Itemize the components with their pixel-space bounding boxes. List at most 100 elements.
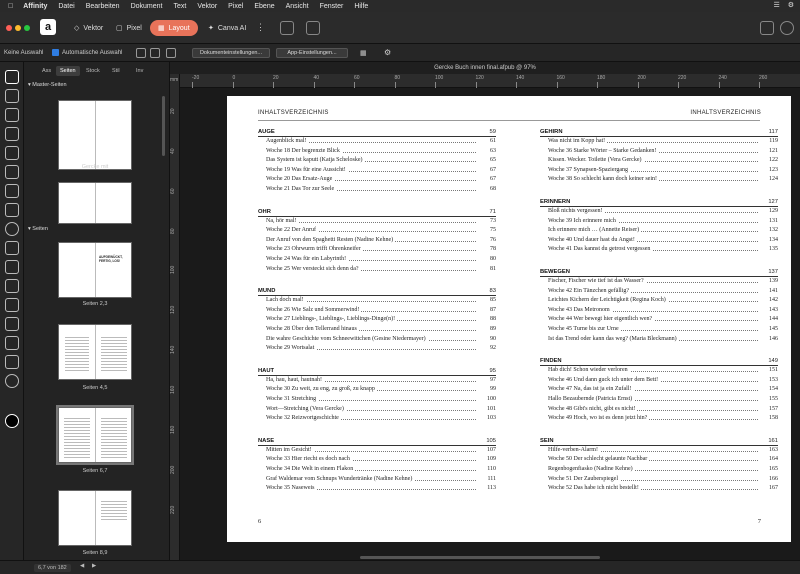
table-tool-icon[interactable]: [5, 146, 19, 160]
toc-entry[interactable]: Augenblick mal!: [266, 138, 309, 144]
toc-entry[interactable]: Woche 36 Starke Wörter – Starke Gedanken…: [548, 147, 659, 154]
canvas-horizontal-scrollbar[interactable]: [360, 556, 600, 559]
eyedropper-tool-icon[interactable]: [5, 279, 19, 293]
toc-entry[interactable]: Woche 33 Hier riecht es doch nach: [266, 456, 352, 463]
artistic-text-tool-icon[interactable]: [5, 127, 19, 141]
toc-entry[interactable]: Woche 37 Synapsen-Spaziergang: [548, 166, 631, 173]
spread-thumbnail-8-9[interactable]: [58, 490, 132, 546]
zoom-tool-icon[interactable]: [5, 374, 19, 388]
transform-icon[interactable]: [166, 48, 176, 58]
share-icon[interactable]: [760, 21, 774, 35]
tab-stock[interactable]: Stock: [82, 66, 104, 76]
window-zoom-icon[interactable]: [24, 25, 30, 31]
menu-item[interactable]: Pixel: [228, 3, 243, 10]
menu-item[interactable]: Bearbeiten: [86, 3, 120, 10]
toc-entry[interactable]: Hab dich! Schon wieder verloren: [548, 367, 630, 374]
horizontal-ruler[interactable]: -20 0 20 40 60 80 100 120 140 160 180 200 220 240 260: [180, 74, 800, 88]
master-page-thumbnail-2[interactable]: [58, 182, 132, 224]
toc-entry[interactable]: Woche 32 Reizwortgeschichte: [266, 415, 341, 422]
toc-entry[interactable]: Das System ist kaputt (Katja Scheloske): [266, 157, 365, 164]
menu-item[interactable]: Fenster: [320, 3, 344, 10]
toc-entry[interactable]: Woche 51 Der Zauberspiegel: [548, 475, 620, 482]
toc-entry[interactable]: Woche 43 Das Metronom: [548, 306, 612, 313]
tab-pages[interactable]: Seiten: [56, 66, 80, 76]
toc-entry[interactable]: Woche 38 So schlecht kann doch keiner se…: [548, 176, 659, 183]
toc-entry[interactable]: Woche 22 Der Anruf: [266, 227, 319, 234]
toc-entry[interactable]: Der Anruf von den Spaghetti Resten (Nadi…: [266, 236, 396, 243]
toc-entry[interactable]: Woche 47 Na, das ist ja ein Zufall!: [548, 386, 634, 393]
toc-entry[interactable]: Woche 18 Der begrenzte Blick: [266, 147, 342, 154]
toc-entry[interactable]: Woche 42 Ein Tänzchen gefällig?: [548, 287, 632, 294]
window-close-icon[interactable]: [6, 25, 12, 31]
grid-icon[interactable]: ▦: [360, 49, 367, 57]
ellipse-frame-tool-icon[interactable]: [5, 222, 19, 236]
toc-entry[interactable]: Woche 30 Zu weit, zu eng, zu groß, zu kn…: [266, 386, 377, 393]
rectangle-frame-tool-icon[interactable]: [5, 203, 19, 217]
toc-entry[interactable]: Woche 48 Gibt's nicht, gibt es nicht!: [548, 405, 638, 412]
persona-vector-button[interactable]: ◇ Vektor: [66, 20, 111, 36]
toc-entry[interactable]: Woche 35 Naseweis: [266, 485, 317, 492]
toc-entry[interactable]: Woche 34 Die Welt in einem Flakon: [266, 466, 356, 472]
transparency-tool-icon[interactable]: [5, 336, 19, 350]
select-arrow-icon[interactable]: [136, 48, 146, 58]
color-swatch-icon[interactable]: [5, 414, 19, 428]
toc-entry[interactable]: Bloß nichts vergessen!: [548, 208, 605, 214]
toc-entry[interactable]: Woche 27 Lieblings-, Lieblings-, Lieblin…: [266, 316, 398, 323]
toc-entry[interactable]: Lach doch mal!: [266, 297, 306, 304]
window-minimize-icon[interactable]: [15, 25, 21, 31]
page-indicator[interactable]: 6,7 von 182: [34, 564, 71, 572]
frame-text-tool-icon[interactable]: [5, 108, 19, 122]
text-tool-icon[interactable]: [280, 21, 294, 35]
toc-entry[interactable]: Wort—Stretching (Vera Gercke): [266, 405, 346, 412]
spread-thumbnail-6-7-selected[interactable]: [56, 405, 134, 465]
toc-entry[interactable]: Woche 23 Ohrwurm trifft Ohrenkneifer: [266, 246, 363, 253]
spread-thumbnail-4-5[interactable]: [58, 324, 132, 380]
place-image-tool-icon[interactable]: [5, 260, 19, 274]
toc-entry[interactable]: Woche 41 Das kannst du getrost vergessen: [548, 246, 653, 253]
left-page[interactable]: INHALTSVERZEICHNIS AUGE 59 Augenblick mal! 6…: [227, 96, 509, 542]
toc-entry[interactable]: Woche 24 Was für ein Labyrinth!: [266, 256, 349, 262]
app-settings-button[interactable]: App-Einstellungen...: [276, 48, 348, 58]
node-tool-icon[interactable]: [5, 89, 19, 103]
affinity-logo-icon[interactable]: a: [40, 19, 56, 35]
toc-entry[interactable]: Woche 21 Das Tor zur Seele: [266, 186, 337, 192]
tab-styles[interactable]: Stil: [108, 66, 124, 76]
tab-inventory[interactable]: Inv: [132, 66, 147, 76]
more-icon[interactable]: ⋮: [256, 22, 265, 33]
toc-entry[interactable]: Hallo Bezaubernde (Patricia Ernst): [548, 396, 635, 402]
toc-entry[interactable]: Woche 44 Wer bewegt hier eigentlich wen?: [548, 316, 655, 323]
toc-entry[interactable]: Ich erinnere mich … (Annette Reiser): [548, 227, 642, 234]
persona-pixel-button[interactable]: ▢ Pixel: [108, 20, 150, 36]
toc-entry[interactable]: Woche 45 Turne bis zur Urne: [548, 326, 621, 332]
right-page[interactable]: INHALTSVERZEICHNIS GEHIRN 117 Was nicht im …: [509, 96, 791, 542]
menu-item[interactable]: Ansicht: [286, 3, 309, 10]
toc-entry[interactable]: Graf Waldemar vom Schnups Wundertränke (…: [266, 475, 415, 482]
toc-entry[interactable]: Woche 52 Das habe ich nicht bestellt!: [548, 485, 641, 492]
auto-select-checkbox[interactable]: [52, 49, 59, 56]
toc-entry[interactable]: Hilfe-verben-Alarm!: [548, 446, 600, 453]
picture-frame-tool-icon[interactable]: [5, 241, 19, 255]
persona-layout-button[interactable]: ▦ Layout: [150, 20, 198, 36]
toc-entry[interactable]: Was nicht im Kopp hat!: [548, 138, 608, 144]
document-settings-button[interactable]: Dokumenteinstellungen...: [192, 48, 270, 58]
toc-entry[interactable]: Woche 40 Und dauer hast du Angst!: [548, 236, 637, 243]
canvas[interactable]: INHALTSVERZEICHNIS AUGE 59 Augenblick mal! 6…: [180, 88, 800, 560]
toc-entry[interactable]: Woche 29 Wortsalat: [266, 345, 317, 352]
wifi-icon[interactable]: ☰: [773, 1, 779, 9]
vertical-ruler[interactable]: 20 40 60 80 100 120 140 160 180 200 220: [170, 74, 180, 560]
menu-item[interactable]: Vektor: [197, 3, 217, 10]
brush-tool-icon[interactable]: [5, 317, 19, 331]
move-tool-icon[interactable]: [5, 70, 19, 84]
toc-entry[interactable]: Woche 46 Und dann guck ich unter dem Bet…: [548, 376, 661, 383]
toc-entry[interactable]: Woche 25 Wer versteckt sich denn da?: [266, 265, 361, 272]
toc-entry[interactable]: Fischer, Fischer wie tief ist das Wasser…: [548, 278, 646, 284]
spread-thumbnail-2-3[interactable]: AUFGEWÜCKT, FERTIG, LOS!: [58, 242, 132, 298]
menu-item[interactable]: Ebene: [254, 3, 274, 10]
master-pages-title[interactable]: ▾ Master-Seiten: [28, 82, 67, 88]
toc-entry[interactable]: Ist das Trend oder kann das weg? (Maria …: [548, 335, 679, 342]
frame-tool-icon[interactable]: [306, 21, 320, 35]
next-page-icon[interactable]: ▶: [92, 563, 96, 569]
toc-entry[interactable]: Woche 50 Der schlecht gelaunte Nachbar: [548, 456, 650, 463]
menu-item[interactable]: Text: [173, 3, 186, 10]
pages-section-title[interactable]: ▾ Seiten: [28, 226, 48, 232]
